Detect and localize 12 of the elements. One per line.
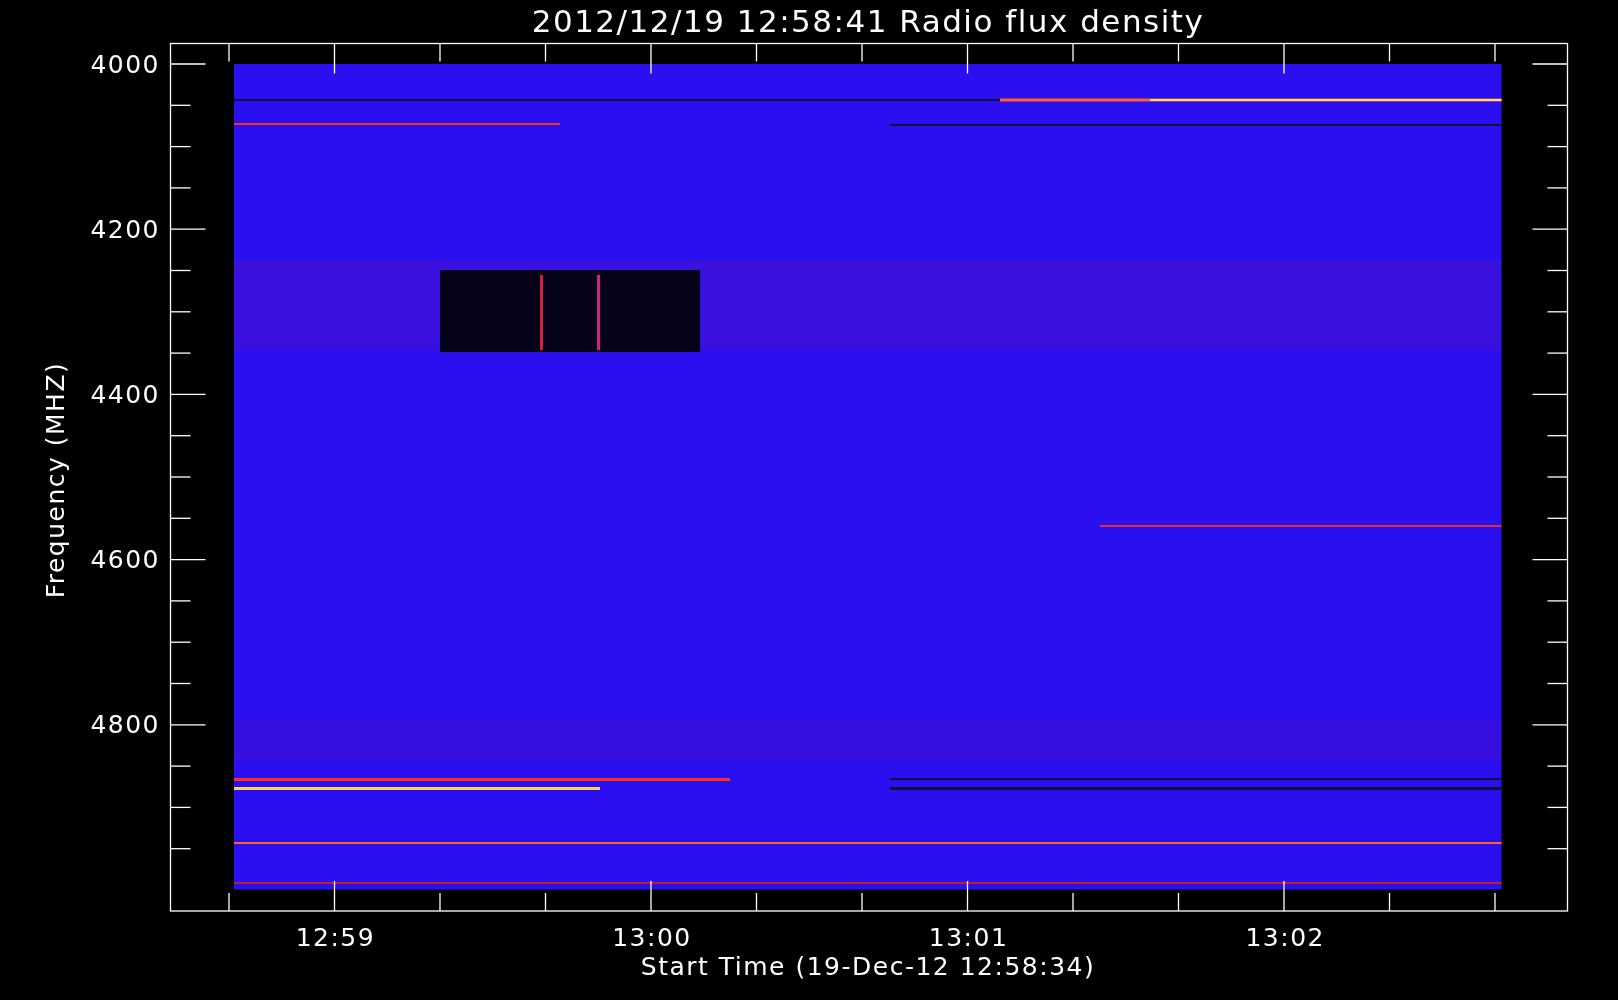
axis-tick-label: 4200	[90, 215, 160, 245]
axis-tick-label: 4000	[90, 50, 160, 79]
axis-tick-label: 4400	[90, 380, 160, 410]
axis-tick-label: 13:00	[612, 923, 692, 952]
axis-label: Start Time (19-Dec-12 12:58:34)	[640, 952, 1096, 981]
chart-title: 2012/12/19 12:58:41 Radio flux density	[531, 3, 1205, 39]
axis-tick-label: 13:01	[928, 923, 1009, 952]
axis-tick-label: 12:59	[295, 923, 376, 952]
axis-label: Frequency (MHZ)	[41, 361, 70, 599]
axis-tick-label: 4600	[90, 545, 160, 575]
axis-tick-label: 4800	[90, 710, 160, 740]
axis-tick-label: 13:02	[1245, 923, 1325, 952]
